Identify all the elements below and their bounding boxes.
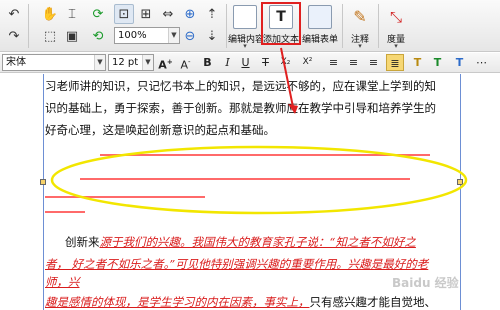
highlight-box <box>261 2 301 45</box>
yellow-ellipse <box>50 145 468 215</box>
red-arrow <box>280 47 294 108</box>
red-arrow-head <box>288 104 298 114</box>
annotation-overlay <box>50 2 468 215</box>
